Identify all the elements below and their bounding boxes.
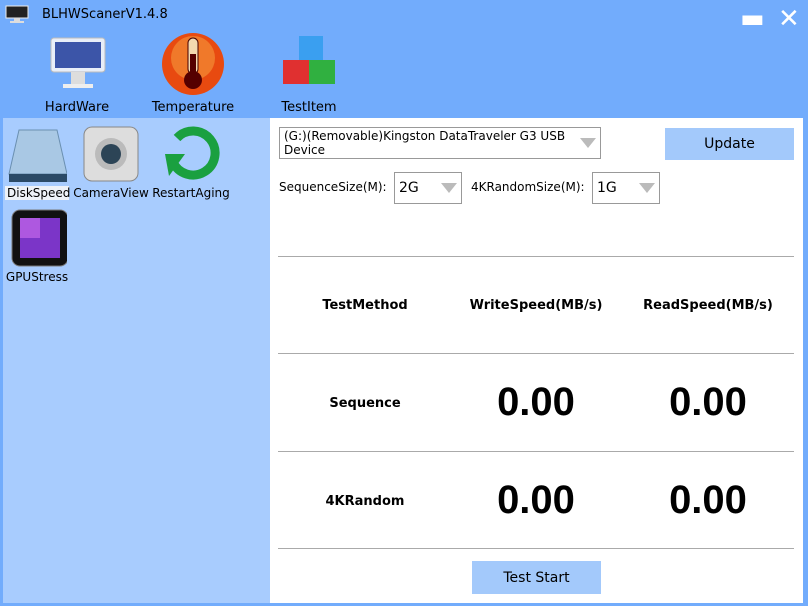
sequence-size-label: SequenceSize(M): <box>279 180 387 194</box>
device-select[interactable]: (G:)(Removable)Kingston DataTraveler G3 … <box>279 127 601 159</box>
random-size-select[interactable]: 1G <box>592 172 660 204</box>
sidebar-label: RestartAging <box>152 186 230 200</box>
toolbar-temperature[interactable]: Temperature <box>148 32 238 115</box>
divider <box>278 451 794 452</box>
restart-icon <box>161 124 221 184</box>
monitor-icon <box>45 32 109 96</box>
sidebar: DiskSpeed CameraView RestartAging GPUStr… <box>3 118 270 603</box>
sidebar-label: GPUStress <box>5 270 69 284</box>
camera-icon <box>81 124 141 184</box>
divider <box>278 256 794 257</box>
sidebar-item-restartaging[interactable]: RestartAging <box>151 124 231 200</box>
header-read-speed: ReadSpeed(MB/s) <box>643 298 773 313</box>
random-write-value: 0.00 <box>497 478 575 522</box>
random-size-label: 4KRandomSize(M): <box>471 180 585 194</box>
chevron-down-icon <box>441 183 457 193</box>
update-button[interactable]: Update <box>665 128 794 160</box>
sidebar-label: CameraView <box>73 186 149 200</box>
device-value: (G:)(Removable)Kingston DataTraveler G3 … <box>284 129 566 157</box>
sequence-read-value: 0.00 <box>669 380 747 424</box>
disk-speed-panel: (G:)(Removable)Kingston DataTraveler G3 … <box>270 118 803 603</box>
thermometer-icon <box>161 32 225 96</box>
sequence-write-value: 0.00 <box>497 380 575 424</box>
divider <box>278 353 794 354</box>
sequence-size-value: 2G <box>399 180 419 196</box>
cubes-icon <box>277 32 341 96</box>
gpu-icon <box>7 208 69 268</box>
toolbar-label: Temperature <box>151 100 235 115</box>
header-test-method: TestMethod <box>322 298 408 313</box>
toolbar-testitem[interactable]: TestItem <box>264 32 354 115</box>
chevron-down-icon <box>580 138 596 148</box>
sidebar-item-cameraview[interactable]: CameraView <box>73 124 149 200</box>
random-size-value: 1G <box>597 180 617 196</box>
disk-icon <box>7 124 68 184</box>
app-icon <box>5 5 29 23</box>
chevron-down-icon <box>639 183 655 193</box>
window-title: BLHWScanerV1.4.8 <box>42 7 168 22</box>
sidebar-item-gpustress[interactable]: GPUStress <box>5 208 69 284</box>
toolbar-label: HardWare <box>44 100 110 115</box>
minimize-button[interactable]: ▬ <box>740 4 765 34</box>
header-write-speed: WriteSpeed(MB/s) <box>469 298 603 313</box>
row-method: Sequence <box>329 396 401 411</box>
close-button[interactable]: ✕ <box>778 4 800 34</box>
random-read-value: 0.00 <box>669 478 747 522</box>
divider <box>278 548 794 549</box>
toolbar-hardware[interactable]: HardWare <box>32 32 122 115</box>
test-start-button[interactable]: Test Start <box>472 561 601 594</box>
sidebar-label: DiskSpeed <box>5 186 71 200</box>
sequence-size-select[interactable]: 2G <box>394 172 462 204</box>
toolbar-label: TestItem <box>281 100 337 115</box>
sidebar-item-diskspeed[interactable]: DiskSpeed <box>5 124 71 200</box>
row-method: 4KRandom <box>325 494 405 509</box>
